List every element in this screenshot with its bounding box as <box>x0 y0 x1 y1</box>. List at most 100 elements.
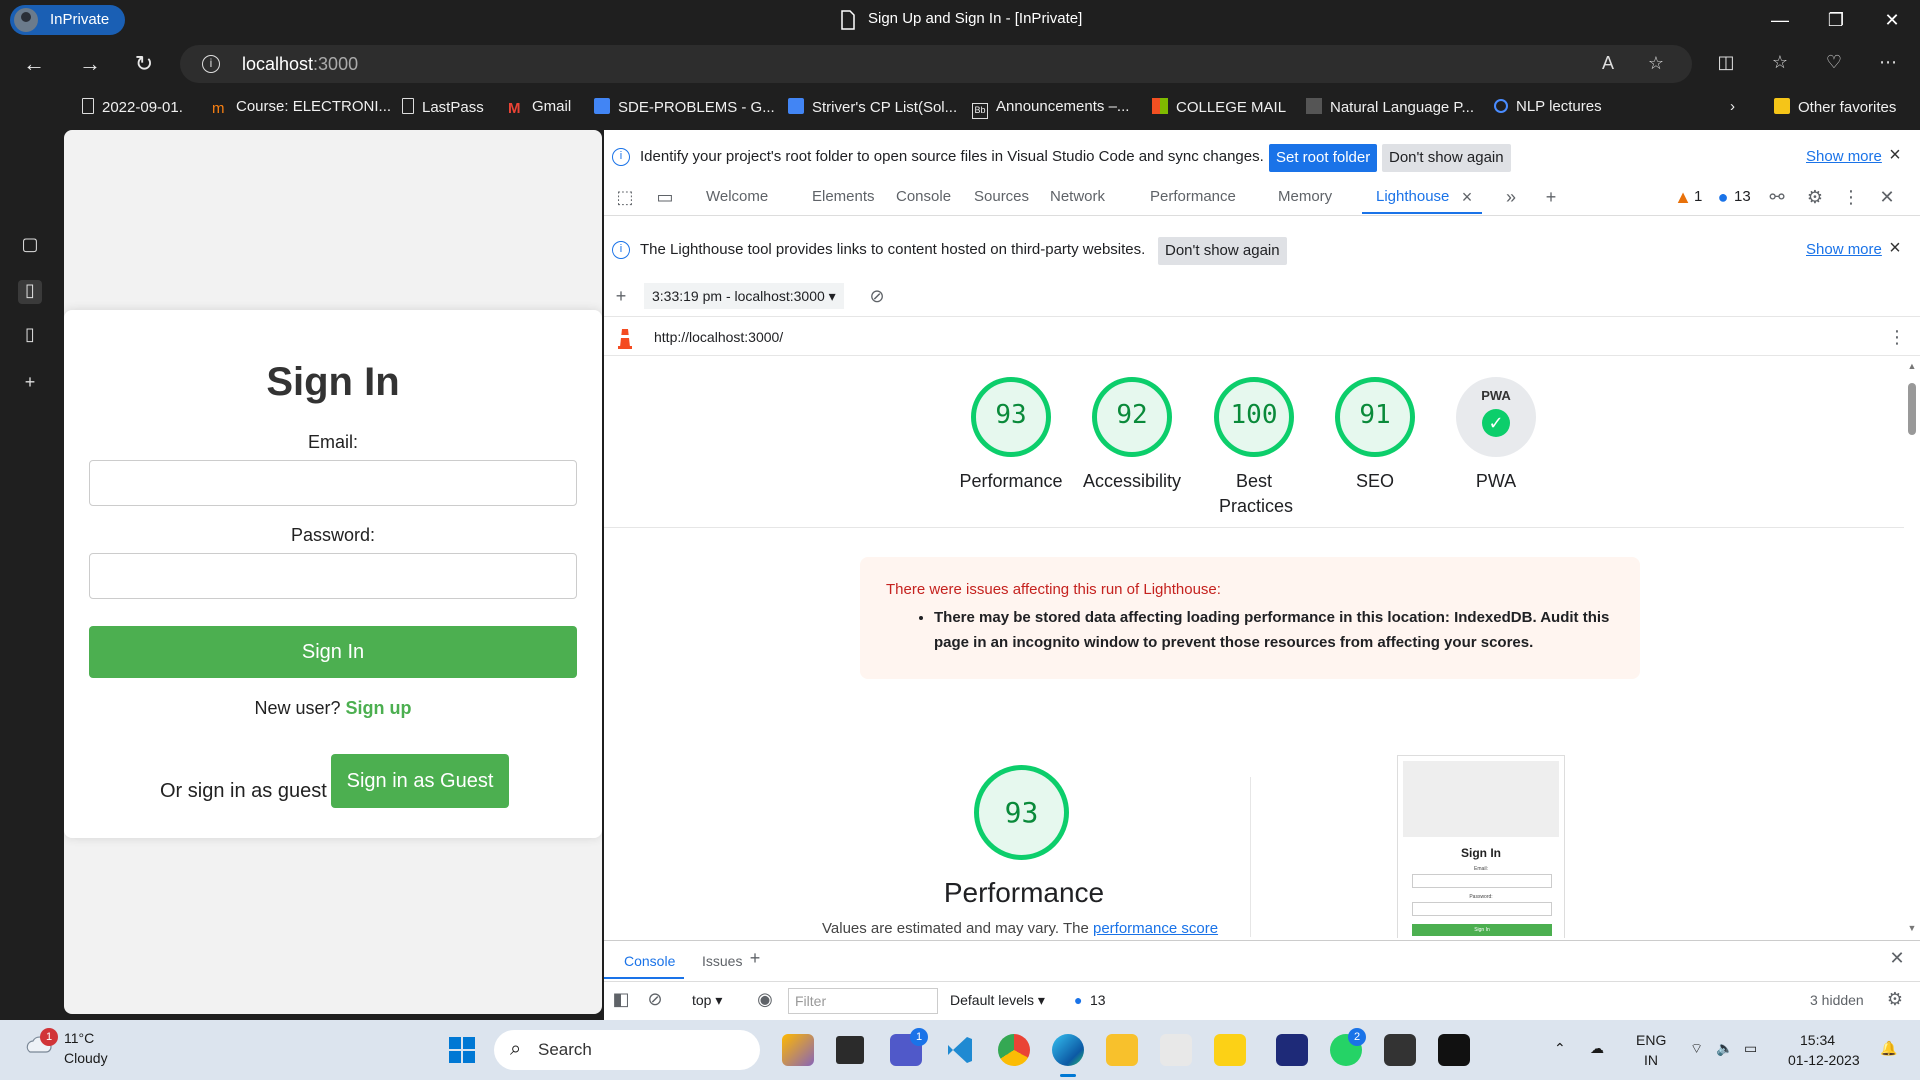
tab-performance[interactable]: Performance <box>1150 188 1236 205</box>
windows-start-icon[interactable] <box>446 1034 478 1066</box>
inspect-element-icon[interactable]: ⬚ <box>614 186 636 208</box>
dont-show-again-button[interactable]: Don't show again <box>1158 237 1287 265</box>
clock-time[interactable]: 15:34 <box>1800 1032 1835 1048</box>
favorites-icon[interactable]: ☆ <box>1768 52 1792 76</box>
close-drawer-icon[interactable]: ✕ <box>1886 947 1908 969</box>
vscode-icon[interactable] <box>944 1034 976 1066</box>
message-icon[interactable]: ● <box>1712 186 1734 208</box>
add-tab-plus-icon[interactable]: + <box>1540 186 1562 208</box>
back-arrow-icon[interactable]: ← <box>16 46 52 82</box>
favorite-item[interactable]: 2022-09-01. <box>82 98 183 116</box>
site-info-icon[interactable]: i <box>202 55 220 73</box>
sticky-notes-icon[interactable] <box>1214 1034 1246 1066</box>
close-window-icon[interactable]: ✕ <box>1864 0 1920 40</box>
dont-show-again-button[interactable]: Don't show again <box>1382 144 1511 172</box>
signin-button[interactable]: Sign In <box>89 626 577 678</box>
active-tab-page-icon[interactable]: ▯ <box>18 280 42 304</box>
new-tab-plus-icon[interactable]: + <box>18 372 42 396</box>
tab-actions-icon[interactable]: ▢ <box>18 234 42 258</box>
context-select[interactable]: top ▾ <box>692 992 722 1009</box>
restore-icon[interactable]: ❐ <box>1808 0 1864 40</box>
clear-console-icon[interactable]: ⊘ <box>644 988 666 1010</box>
favorite-item[interactable]: Bb Announcements –... <box>972 98 1129 119</box>
close-icon[interactable]: × <box>1884 237 1906 259</box>
score-gauge[interactable]: 100 Best Practices <box>1194 377 1314 519</box>
inprivate-profile-button[interactable]: InPrivate <box>10 5 126 35</box>
notification-bell-icon[interactable]: 🔔 <box>1880 1040 1897 1057</box>
report-select[interactable]: 3:33:19 pm - localhost:3000 ▾ <box>644 283 844 309</box>
file-explorer-icon[interactable] <box>1106 1034 1138 1066</box>
favorite-item[interactable]: Striver's CP List(Sol... <box>788 98 957 116</box>
favorite-item[interactable]: Other favorites <box>1774 98 1896 116</box>
performance-score-link[interactable]: performance score <box>1093 920 1218 937</box>
warning-icon[interactable]: ▲ <box>1672 186 1694 208</box>
minimize-icon[interactable]: — <box>1752 0 1808 40</box>
browser-essentials-icon[interactable]: ♡ <box>1822 52 1846 76</box>
forward-arrow-icon[interactable]: → <box>72 46 108 82</box>
show-more-link[interactable]: Show more <box>1806 241 1882 258</box>
wifi-icon[interactable]: ⌔ <box>1690 1040 1703 1058</box>
tab-welcome[interactable]: Welcome <box>706 188 768 205</box>
more-tabs-icon[interactable]: » <box>1500 186 1522 208</box>
page-screenshot-thumbnail[interactable]: Sign In Email: Password: Sign In <box>1397 755 1565 938</box>
address-bar[interactable]: i localhost:3000 A ☆ <box>180 45 1692 83</box>
read-aloud-icon[interactable]: A <box>1596 53 1620 77</box>
volume-icon[interactable]: 🔈 <box>1716 1040 1733 1057</box>
favorite-item[interactable]: M Gmail <box>508 98 571 117</box>
refresh-icon[interactable]: ↻ <box>126 46 162 82</box>
favorites-overflow-chevron-icon[interactable]: › <box>1730 98 1735 115</box>
scroll-down-icon[interactable]: ▼ <box>1907 923 1917 933</box>
device-toolbar-icon[interactable]: ▭ <box>654 186 676 208</box>
favorite-item[interactable]: SDE-PROBLEMS - G... <box>594 98 775 116</box>
favorite-item[interactable]: LastPass <box>402 98 484 116</box>
split-screen-icon[interactable]: ◫ <box>1714 52 1738 76</box>
tab-memory[interactable]: Memory <box>1278 188 1332 205</box>
copilot-preview-icon[interactable] <box>782 1034 814 1066</box>
tab-elements[interactable]: Elements <box>812 188 875 205</box>
taskbar-search[interactable]: ⌕ Search <box>494 1030 760 1070</box>
tray-chevron-icon[interactable]: ⌃ <box>1554 1040 1566 1057</box>
scroll-thumb[interactable] <box>1908 383 1916 435</box>
log-levels-select[interactable]: Default levels ▾ <box>950 992 1045 1009</box>
clear-icon[interactable]: ⊘ <box>866 285 888 307</box>
eye-icon[interactable]: ◉ <box>754 988 776 1010</box>
language-line1[interactable]: ENG <box>1636 1032 1666 1048</box>
chrome-icon[interactable] <box>998 1034 1030 1066</box>
drawer-tab-issues[interactable]: Issues <box>702 953 742 969</box>
close-icon[interactable]: × <box>1884 144 1906 166</box>
edge-icon[interactable] <box>1052 1034 1084 1066</box>
favorite-star-icon[interactable]: ☆ <box>1644 53 1668 77</box>
show-more-link[interactable]: Show more <box>1806 148 1882 165</box>
scroll-up-icon[interactable]: ▲ <box>1907 361 1917 371</box>
drawer-tab-console[interactable]: Console <box>624 953 675 969</box>
connect-icon[interactable]: ⚯ <box>1766 186 1788 208</box>
tab-lighthouse[interactable]: Lighthouse <box>1376 188 1449 205</box>
score-gauge[interactable]: 93 Performance <box>951 377 1071 494</box>
sidebar-toggle-icon[interactable]: ◧ <box>610 988 632 1010</box>
signup-link[interactable]: Sign up <box>346 698 412 718</box>
battery-icon[interactable]: ▭ <box>1744 1040 1757 1057</box>
close-devtools-icon[interactable]: ✕ <box>1876 186 1898 208</box>
weather-temp[interactable]: 11°C <box>64 1030 94 1046</box>
favorite-item[interactable]: Natural Language P... <box>1306 98 1474 116</box>
guest-signin-button[interactable]: Sign in as Guest <box>331 754 509 808</box>
webex-icon[interactable] <box>1276 1034 1308 1066</box>
favorite-item[interactable]: COLLEGE MAIL <box>1152 98 1286 116</box>
tab-sources[interactable]: Sources <box>974 188 1029 205</box>
tab-network[interactable]: Network <box>1050 188 1105 205</box>
tab-page-icon[interactable]: ▯ <box>18 324 42 348</box>
score-gauge[interactable]: 92 Accessibility <box>1072 377 1192 494</box>
console-filter-input[interactable]: Filter <box>788 988 938 1014</box>
score-gauge[interactable]: 91 SEO <box>1315 377 1435 494</box>
kebab-menu-icon[interactable]: ⋮ <box>1840 186 1862 208</box>
dev-app-icon[interactable] <box>1384 1034 1416 1066</box>
report-menu-icon[interactable]: ⋮ <box>1886 326 1908 348</box>
onedrive-cloud-icon[interactable]: ☁ <box>1590 1040 1604 1057</box>
close-tab-icon[interactable]: × <box>1456 186 1478 208</box>
pwa-gauge[interactable]: PWA ✓ PWA <box>1436 377 1556 494</box>
new-report-plus-icon[interactable]: + <box>610 285 632 307</box>
email-field[interactable] <box>89 460 577 506</box>
settings-gear-icon[interactable]: ⚙ <box>1804 186 1826 208</box>
favorite-item[interactable]: NLP lectures <box>1494 98 1602 115</box>
password-field[interactable] <box>89 553 577 599</box>
